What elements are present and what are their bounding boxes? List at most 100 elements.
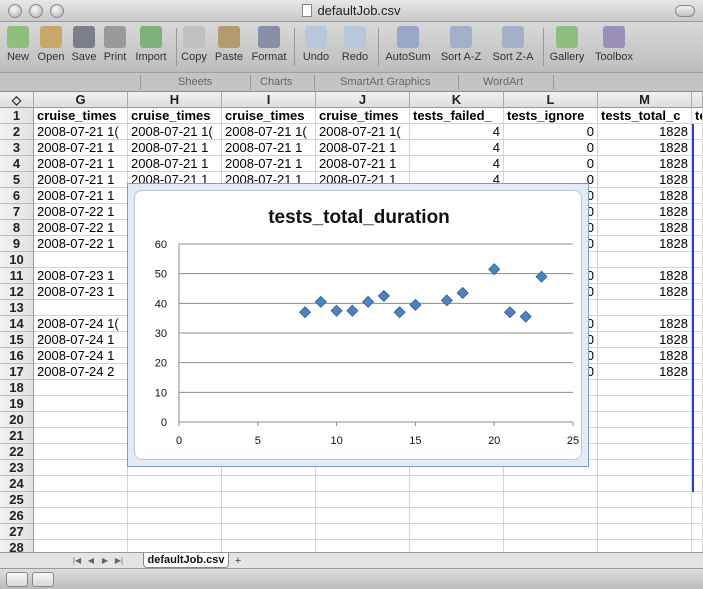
table-cell[interactable]: [598, 540, 692, 552]
table-cell[interactable]: 1828: [598, 284, 692, 300]
import-button[interactable]: Import: [130, 26, 172, 72]
table-cell[interactable]: [598, 524, 692, 540]
table-cell[interactable]: [128, 524, 222, 540]
row-header[interactable]: 4: [0, 156, 34, 172]
paste-button[interactable]: Paste: [212, 26, 246, 72]
table-cell[interactable]: [598, 476, 692, 492]
table-cell[interactable]: 2008-07-21 1: [34, 188, 128, 204]
table-cell[interactable]: [692, 540, 703, 552]
table-cell[interactable]: [598, 508, 692, 524]
toolbox-button[interactable]: Toolbox: [591, 26, 637, 72]
table-cell[interactable]: 0: [504, 140, 598, 156]
table-cell[interactable]: [410, 540, 504, 552]
table-cell[interactable]: [34, 476, 128, 492]
table-cell[interactable]: 1828: [598, 348, 692, 364]
table-cell[interactable]: 2008-07-21 1(: [34, 124, 128, 140]
sort-descending-button[interactable]: Sort Z-A: [489, 26, 537, 72]
row-header[interactable]: 20: [0, 412, 34, 428]
table-cell[interactable]: 2008-07-23 1: [34, 268, 128, 284]
row-header[interactable]: 7: [0, 204, 34, 220]
table-cell[interactable]: 2008-07-21 1: [34, 172, 128, 188]
table-cell[interactable]: [34, 300, 128, 316]
new-button[interactable]: New: [4, 26, 32, 72]
row-header[interactable]: 17: [0, 364, 34, 380]
table-cell[interactable]: [598, 460, 692, 476]
column-header-m[interactable]: M: [598, 92, 692, 108]
table-cell[interactable]: [34, 444, 128, 460]
copy-button[interactable]: Copy: [178, 26, 210, 72]
select-all-icon[interactable]: ◇: [0, 92, 34, 108]
format-button[interactable]: Format: [249, 26, 289, 72]
table-cell[interactable]: 1828: [598, 140, 692, 156]
table-cell[interactable]: [222, 492, 316, 508]
tab-wordart[interactable]: WordArt: [483, 76, 523, 88]
table-cell[interactable]: [34, 540, 128, 552]
row-header[interactable]: 19: [0, 396, 34, 412]
header-cell[interactable]: cruise_times: [34, 108, 128, 124]
table-cell[interactable]: 2008-07-21 1: [316, 140, 410, 156]
table-cell[interactable]: 1828: [598, 220, 692, 236]
row-header[interactable]: 6: [0, 188, 34, 204]
header-cell[interactable]: cruise_times: [222, 108, 316, 124]
last-sheet-icon[interactable]: ▶|: [114, 556, 124, 566]
table-cell[interactable]: [316, 492, 410, 508]
gallery-button[interactable]: Gallery: [547, 26, 587, 72]
sort-ascending-button[interactable]: Sort A-Z: [437, 26, 485, 72]
table-cell[interactable]: [34, 252, 128, 268]
table-cell[interactable]: [128, 540, 222, 552]
table-cell[interactable]: [222, 508, 316, 524]
table-cell[interactable]: 1828: [598, 316, 692, 332]
row-header[interactable]: 24: [0, 476, 34, 492]
table-cell[interactable]: 1828: [598, 332, 692, 348]
table-cell[interactable]: 4: [410, 140, 504, 156]
row-header[interactable]: 11: [0, 268, 34, 284]
header-cell[interactable]: tests_total_c: [598, 108, 692, 124]
header-cell[interactable]: tests_failed_: [410, 108, 504, 124]
table-cell[interactable]: [692, 524, 703, 540]
undo-button[interactable]: Undo: [298, 26, 334, 72]
table-cell[interactable]: 2008-07-21 1(: [222, 124, 316, 140]
table-cell[interactable]: 1828: [598, 268, 692, 284]
save-button[interactable]: Save: [68, 26, 100, 72]
table-cell[interactable]: 2008-07-22 1: [34, 204, 128, 220]
table-cell[interactable]: [504, 492, 598, 508]
table-cell[interactable]: [410, 508, 504, 524]
row-header[interactable]: 2: [0, 124, 34, 140]
table-cell[interactable]: 1828: [598, 156, 692, 172]
open-button[interactable]: Open: [34, 26, 68, 72]
table-cell[interactable]: [598, 300, 692, 316]
row-header[interactable]: 18: [0, 380, 34, 396]
table-cell[interactable]: 0: [504, 156, 598, 172]
table-cell[interactable]: 1828: [598, 188, 692, 204]
table-cell[interactable]: [598, 412, 692, 428]
table-cell[interactable]: [34, 460, 128, 476]
table-cell[interactable]: 2008-07-24 2: [34, 364, 128, 380]
table-cell[interactable]: 2008-07-21 1: [34, 140, 128, 156]
table-cell[interactable]: [598, 492, 692, 508]
table-cell[interactable]: [598, 252, 692, 268]
table-cell[interactable]: 2008-07-22 1: [34, 236, 128, 252]
header-cell[interactable]: te: [692, 108, 703, 124]
table-cell[interactable]: 2008-07-21 1: [316, 156, 410, 172]
table-cell[interactable]: [692, 508, 703, 524]
table-cell[interactable]: 2008-07-21 1(: [128, 124, 222, 140]
column-header-k[interactable]: K: [410, 92, 504, 108]
table-cell[interactable]: [316, 540, 410, 552]
row-header[interactable]: 14: [0, 316, 34, 332]
column-header-partial[interactable]: [692, 92, 703, 108]
table-cell[interactable]: [34, 428, 128, 444]
table-cell[interactable]: 2008-07-21 1: [128, 140, 222, 156]
row-header[interactable]: 10: [0, 252, 34, 268]
row-header[interactable]: 22: [0, 444, 34, 460]
table-cell[interactable]: [316, 508, 410, 524]
table-cell[interactable]: [34, 524, 128, 540]
chart-frame[interactable]: tests_total_duration 0 10 20 30 40 50 60 0 5 10 15…: [127, 183, 589, 467]
page-layout-view-icon[interactable]: [32, 572, 54, 587]
sheet-tab-defaultjob[interactable]: defaultJob.csv: [143, 553, 229, 568]
table-cell[interactable]: [34, 508, 128, 524]
column-header-j[interactable]: J: [316, 92, 410, 108]
table-cell[interactable]: 2008-07-21 1: [128, 156, 222, 172]
table-cell[interactable]: [410, 492, 504, 508]
next-sheet-icon[interactable]: ▶: [100, 556, 110, 566]
table-cell[interactable]: 1828: [598, 236, 692, 252]
